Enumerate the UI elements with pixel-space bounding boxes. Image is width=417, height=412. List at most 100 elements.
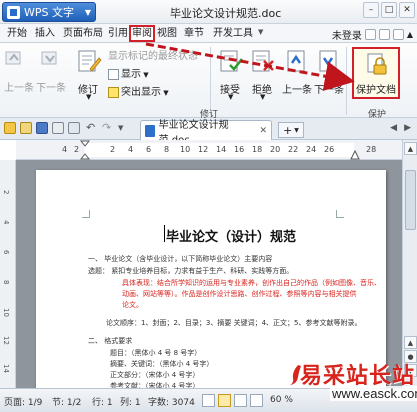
doc-line-red: 具体表现：结合所学知识的运用与专业素养，创作出自己的作品（例如图像、音乐、 — [122, 279, 381, 287]
ruler-tick: 14 — [2, 364, 10, 373]
indent-marker-icon[interactable] — [80, 140, 90, 160]
next-change-icon — [319, 50, 337, 72]
ruler-tick: 2 — [110, 145, 116, 154]
wps-logo-icon — [7, 5, 20, 19]
page-view-icon[interactable] — [218, 394, 231, 407]
ruler-tick: 12 — [2, 336, 10, 345]
skin-icon[interactable] — [378, 29, 390, 40]
doc-line-red: 论文。 — [122, 301, 143, 309]
ruler-tick: 8 — [164, 145, 170, 154]
chevron-down-icon[interactable]: ▼ — [260, 93, 265, 101]
print-preview-icon[interactable] — [68, 122, 80, 134]
chevron-down-icon[interactable]: ▼ — [118, 124, 130, 136]
tab-review[interactable]: 审阅 — [129, 25, 155, 42]
doc-line: 题目：（黑体小 4 号 8 号字） — [110, 349, 202, 357]
document-canvas[interactable]: 毕业论文（设计）规范 一、 毕业论文（含毕业设计，以下简称毕业论文）主要内容 选… — [16, 160, 402, 400]
menu-tab-bar: 开始 插入 页面布局 引用 审阅 视图 章节 开发工具 ▼ 未登录 ▲ — [0, 24, 417, 43]
vertical-scrollbar[interactable]: ▲ ▲ ● ▼ — [402, 140, 417, 388]
word-doc-icon — [145, 124, 155, 137]
page-indicator[interactable]: 页面: 1/9 — [4, 395, 42, 408]
ruler-tick: 18 — [252, 145, 263, 154]
ruler-tick: 12 — [198, 145, 209, 154]
document-heading: 毕业论文（设计）规范 — [166, 230, 297, 245]
tab-references[interactable]: 引用 — [107, 26, 129, 41]
accept-change-icon — [220, 50, 243, 72]
help-icon[interactable] — [392, 29, 404, 40]
ruler-tick: 2 — [2, 190, 10, 195]
tab-view[interactable]: 视图 — [156, 26, 178, 41]
chevron-down-icon[interactable]: ▼ — [258, 28, 263, 36]
protect-document-button[interactable]: 保护文档 — [352, 47, 400, 99]
ruler-tick: 16 — [234, 145, 245, 154]
tab-sections[interactable]: 章节 — [183, 26, 205, 41]
show-markup-final-select[interactable]: 显示标记的最终状态 — [108, 47, 198, 62]
wps-app-label: WPS 文字 — [24, 6, 74, 19]
next-change-button[interactable]: 下一条 — [314, 81, 344, 96]
col-indicator: 列: 1 — [120, 398, 141, 408]
minimize-button[interactable]: – — [363, 2, 379, 18]
tab-page-layout[interactable]: 页面布局 — [62, 26, 104, 41]
doc-line: 论文顺序：1、封面；2、目录；3、摘要 关键词；4、正文；5、参考文献等附录。 — [106, 319, 362, 327]
prev-comment-label[interactable]: 上一条 — [4, 79, 34, 94]
vertical-ruler[interactable]: 2 4 6 8 10 12 14 — [0, 160, 16, 388]
ruler-tick: 8 — [2, 280, 10, 285]
chevron-right-icon[interactable]: ▶ — [404, 123, 411, 133]
tab-insert[interactable]: 插入 — [34, 26, 56, 41]
zoom-level[interactable]: 60 % — [270, 395, 293, 405]
ruler-tick: 6 — [146, 145, 152, 154]
spell-check-icon[interactable] — [202, 394, 215, 407]
new-doc-icon[interactable] — [4, 122, 16, 134]
show-markup-menu[interactable]: 显示 ▼ — [108, 65, 149, 80]
horizontal-ruler[interactable]: 4 2 2 4 6 8 10 12 14 16 18 20 22 24 26 2… — [16, 140, 402, 160]
document-tab[interactable]: 毕业论文设计规范.doc ✕ — [140, 120, 272, 146]
scroll-up-page-icon[interactable]: ▲ — [404, 336, 417, 349]
login-status[interactable]: 未登录 — [332, 27, 362, 42]
scrollbar-thumb[interactable] — [405, 170, 416, 230]
right-indent-marker-icon[interactable] — [350, 150, 360, 160]
reject-change-icon — [252, 50, 274, 72]
save-icon[interactable] — [36, 122, 48, 134]
new-tab-button[interactable]: + ▼ — [278, 122, 304, 138]
chevron-left-icon[interactable]: ◀ — [390, 123, 397, 133]
open-folder-icon[interactable] — [20, 122, 32, 134]
ruler-tick: 10 — [180, 145, 191, 154]
watermark-en: www.easck.com — [330, 386, 417, 401]
text-cursor — [164, 225, 165, 242]
print-icon[interactable] — [52, 122, 64, 134]
show-markup-label: 显示 — [121, 69, 141, 80]
track-changes-icon — [78, 50, 102, 72]
redo-icon[interactable]: ↷ — [102, 121, 114, 134]
close-icon[interactable]: ✕ — [259, 126, 267, 136]
highlight-icon — [108, 86, 119, 98]
doc-line: 二、 格式要求 — [88, 337, 133, 345]
chevron-down-icon[interactable]: ▼ — [228, 93, 233, 101]
highlight-label: 突出显示 — [121, 87, 161, 98]
highlight-menu[interactable]: 突出显示 ▼ — [108, 83, 169, 98]
tab-home[interactable]: 开始 — [6, 26, 28, 41]
chevron-down-icon: ▼ — [294, 126, 299, 134]
scroll-up-icon[interactable]: ▲ — [404, 142, 417, 155]
tab-developer[interactable]: 开发工具 — [212, 26, 254, 41]
doc-line-red: 动画、网站等等）。作品是创作设计思路、创作过程、参照等内容与相关提供 — [122, 290, 357, 298]
wps-app-button[interactable]: WPS 文字 ▼ — [2, 2, 96, 22]
prev-change-button[interactable]: 上一条 — [282, 81, 312, 96]
ruler-tick: 26 — [324, 145, 335, 154]
ruler-tick: 28 — [366, 145, 377, 154]
next-comment-label[interactable]: 下一条 — [36, 79, 66, 94]
chevron-up-icon[interactable]: ▲ — [407, 30, 413, 39]
user-icon[interactable] — [364, 29, 376, 40]
ruler-tick: 6 — [2, 250, 10, 255]
ruler-tick: 20 — [270, 145, 281, 154]
undo-icon[interactable]: ↶ — [86, 121, 98, 134]
word-count[interactable]: 字数: 3074 — [148, 395, 195, 408]
ruler-tick: 10 — [2, 308, 10, 317]
menu-right-area: 未登录 ▲ — [332, 27, 413, 42]
show-markup-icon — [108, 68, 119, 80]
ribbon-separator — [346, 47, 347, 115]
close-button[interactable]: ✕ — [399, 2, 415, 18]
full-screen-icon[interactable] — [234, 394, 247, 407]
maximize-button[interactable]: □ — [381, 2, 397, 18]
web-view-icon[interactable] — [250, 394, 263, 407]
ruler-tick: 4 — [62, 145, 68, 154]
chevron-down-icon[interactable]: ▼ — [86, 93, 91, 101]
